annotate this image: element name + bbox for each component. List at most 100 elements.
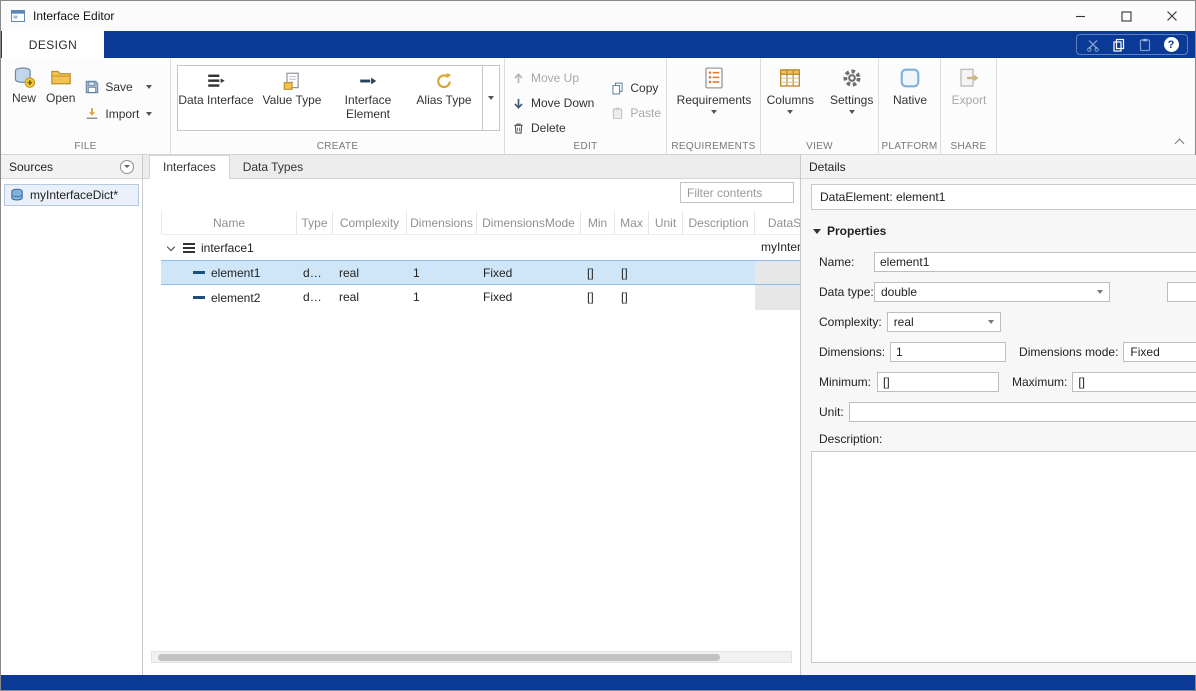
app-icon bbox=[10, 8, 26, 24]
details-body: DataElement: element1 Properties Name: D… bbox=[801, 179, 1196, 675]
open-folder-icon bbox=[50, 66, 72, 88]
ribbon-section-edit: Move Up Move Down Delete Copy bbox=[505, 58, 667, 154]
delete-button[interactable]: Delete bbox=[511, 118, 594, 138]
horizontal-scrollbar[interactable] bbox=[151, 651, 792, 663]
open-button[interactable]: Open bbox=[41, 62, 80, 138]
sources-collapse-icon[interactable] bbox=[120, 160, 134, 174]
native-button[interactable]: Native bbox=[888, 62, 932, 138]
cell-dimensionsmode: Fixed bbox=[477, 261, 581, 284]
table-row-interface1[interactable]: interface1 myInterfaceDict bbox=[161, 235, 800, 260]
move-down-button[interactable]: Move Down bbox=[511, 93, 594, 113]
quick-access-toolbar: ? bbox=[1076, 34, 1188, 55]
properties-section-header[interactable]: Properties bbox=[813, 224, 1196, 238]
column-header-dimensions[interactable]: Dimensions bbox=[407, 211, 477, 234]
main-content: Sources myInterfaceDict* Interfaces Data… bbox=[1, 155, 1195, 675]
section-label-edit: EDIT bbox=[505, 141, 666, 152]
alias-type-icon bbox=[434, 71, 454, 91]
table-row-element2[interactable]: element2 double real 1 Fixed [] [] bbox=[161, 285, 800, 310]
section-label-file: FILE bbox=[1, 141, 170, 152]
import-button[interactable]: Import bbox=[84, 104, 152, 124]
maximum-field[interactable] bbox=[1072, 372, 1196, 392]
ribbon-section-view: Columns Settings VIEW bbox=[761, 58, 879, 154]
help-icon: ? bbox=[1164, 37, 1179, 52]
cell-min: [] bbox=[581, 261, 615, 284]
alias-type-button[interactable]: Alias Type bbox=[406, 66, 482, 130]
column-header-max[interactable]: Max bbox=[615, 211, 649, 234]
tab-interfaces[interactable]: Interfaces bbox=[149, 155, 230, 179]
column-header-name[interactable]: Name bbox=[161, 211, 297, 234]
column-header-min[interactable]: Min bbox=[581, 211, 615, 234]
interface-element-icon bbox=[358, 71, 378, 91]
value-type-button[interactable]: Value Type bbox=[254, 66, 330, 130]
row-name: element1 bbox=[211, 261, 260, 284]
columns-dropdown-icon bbox=[787, 110, 793, 114]
native-label: Native bbox=[893, 93, 927, 107]
column-header-complexity[interactable]: Complexity bbox=[333, 211, 407, 234]
table-row-element1[interactable]: element1 double real 1 Fixed [] [] bbox=[161, 260, 800, 285]
ribbon: New Open Save Import bbox=[1, 58, 1195, 155]
save-button[interactable]: Save bbox=[84, 77, 152, 97]
cut-button bbox=[1081, 35, 1105, 54]
properties-title: Properties bbox=[827, 224, 886, 238]
settings-button[interactable]: Settings bbox=[825, 62, 878, 138]
dimensions-field[interactable] bbox=[890, 342, 1006, 362]
cell-description bbox=[683, 235, 755, 260]
column-header-dimensionsmode[interactable]: DimensionsMode bbox=[477, 211, 581, 234]
sources-panel-header: Sources bbox=[1, 155, 142, 179]
name-label: Name: bbox=[819, 255, 869, 269]
import-button-label: Import bbox=[105, 107, 139, 121]
help-button[interactable]: ? bbox=[1159, 35, 1183, 54]
dimensions-mode-select[interactable]: Fixed bbox=[1123, 342, 1196, 362]
unit-field[interactable] bbox=[849, 402, 1196, 422]
cell-dimensions bbox=[407, 235, 477, 260]
name-field[interactable] bbox=[874, 252, 1196, 272]
minimize-button[interactable] bbox=[1057, 1, 1103, 31]
complexity-select[interactable]: real bbox=[887, 312, 1001, 332]
save-dropdown-icon[interactable] bbox=[146, 85, 152, 89]
cell-complexity: real bbox=[333, 285, 407, 310]
ribbon-section-platform: Native PLATFORM bbox=[879, 58, 941, 154]
tab-design[interactable]: DESIGN bbox=[2, 31, 104, 58]
details-panel-header: Details bbox=[801, 155, 1196, 179]
cell-min: [] bbox=[581, 285, 615, 310]
cell-unit bbox=[649, 285, 683, 310]
editor-tab-bar: Interfaces Data Types bbox=[143, 155, 800, 179]
maximize-button[interactable] bbox=[1103, 1, 1149, 31]
columns-button[interactable]: Columns bbox=[762, 62, 819, 138]
create-gallery-dropdown[interactable] bbox=[482, 66, 499, 130]
column-header-description[interactable]: Description bbox=[683, 211, 755, 234]
new-button[interactable]: New bbox=[7, 62, 41, 138]
cell-dimensionsmode: Fixed bbox=[477, 285, 581, 310]
section-label-share: SHARE bbox=[941, 141, 996, 152]
requirements-button[interactable]: Requirements bbox=[672, 62, 757, 138]
data-type-expand-button[interactable]: >> bbox=[1167, 282, 1196, 302]
data-interface-button[interactable]: Data Interface bbox=[178, 66, 254, 130]
minimum-field[interactable] bbox=[877, 372, 999, 392]
interface-icon bbox=[183, 243, 195, 253]
copy-button[interactable]: Copy bbox=[610, 78, 661, 98]
ribbon-collapse-icon[interactable] bbox=[1176, 137, 1185, 146]
filter-contents-input[interactable] bbox=[680, 182, 794, 203]
sources-title: Sources bbox=[9, 160, 53, 174]
description-field[interactable] bbox=[811, 451, 1196, 663]
column-header-datasource[interactable]: DataSource bbox=[755, 211, 800, 234]
cell-max bbox=[615, 235, 649, 260]
copy-button-qat[interactable] bbox=[1107, 35, 1131, 54]
column-header-unit[interactable]: Unit bbox=[649, 211, 683, 234]
source-item-dictionary[interactable]: myInterfaceDict* bbox=[4, 184, 139, 206]
export-label: Export bbox=[952, 93, 987, 107]
ribbon-section-requirements: Requirements REQUIREMENTS bbox=[667, 58, 761, 154]
interface-element-button[interactable]: Interface Element bbox=[330, 66, 406, 130]
import-dropdown-icon[interactable] bbox=[146, 112, 152, 116]
section-label-create: CREATE bbox=[171, 141, 504, 152]
data-type-select[interactable]: double bbox=[874, 282, 1110, 302]
cell-datasource bbox=[755, 261, 800, 284]
column-header-type[interactable]: Type bbox=[297, 211, 333, 234]
cell-type: double bbox=[297, 261, 333, 284]
tree-expand-icon[interactable] bbox=[167, 242, 175, 250]
minimize-icon bbox=[1075, 11, 1086, 22]
table-header-row: Name Type Complexity Dimensions Dimensio… bbox=[161, 211, 800, 235]
scrollbar-thumb[interactable] bbox=[158, 654, 720, 661]
tab-data-types[interactable]: Data Types bbox=[230, 155, 316, 178]
close-button[interactable] bbox=[1149, 1, 1195, 31]
